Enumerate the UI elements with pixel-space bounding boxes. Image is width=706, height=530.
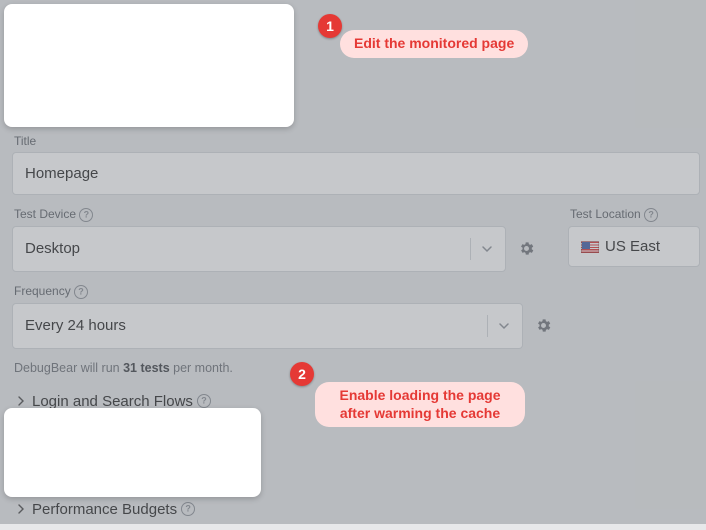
frequency-select[interactable]: Every 24 hours: [12, 303, 523, 349]
us-flag-icon: [581, 241, 599, 253]
help-icon[interactable]: ?: [197, 394, 211, 408]
gear-icon: [535, 317, 552, 334]
device-select[interactable]: Desktop: [12, 226, 506, 272]
help-icon[interactable]: ?: [181, 502, 195, 516]
location-select[interactable]: US East: [568, 226, 700, 267]
annotation-label: Enable loading the page after warming th…: [315, 382, 525, 427]
annotation-label: Edit the monitored page: [340, 30, 528, 58]
annotation-number: 1: [318, 14, 342, 38]
chevron-right-icon: [16, 504, 26, 514]
device-label: Test Device ?: [14, 207, 540, 222]
annotation-2: 2: [290, 362, 314, 386]
help-icon[interactable]: ?: [644, 208, 658, 222]
chevron-down-icon: [481, 243, 493, 255]
chevron-down-icon: [498, 320, 510, 332]
frequency-settings-button[interactable]: [529, 303, 557, 349]
helper-text: DebugBear will run 31 tests per month.: [14, 361, 700, 375]
annotation-number: 2: [290, 362, 314, 386]
annotation-1: 1: [318, 14, 342, 38]
title-label: Title: [14, 134, 700, 148]
device-settings-button[interactable]: [512, 226, 540, 272]
title-input[interactable]: [12, 152, 700, 195]
gear-icon: [518, 240, 535, 257]
frequency-label: Frequency ?: [14, 284, 557, 299]
chevron-right-icon: [16, 396, 26, 406]
help-icon[interactable]: ?: [79, 208, 93, 222]
location-label: Test Location ?: [570, 207, 700, 222]
section-performance-budgets[interactable]: Performance Budgets ?: [12, 495, 700, 524]
help-icon[interactable]: ?: [74, 285, 88, 299]
